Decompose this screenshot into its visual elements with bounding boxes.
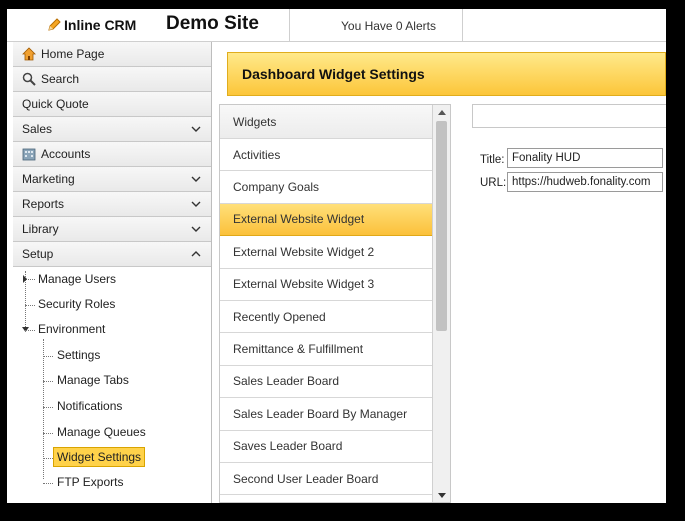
detail-header-bar bbox=[472, 104, 666, 128]
sidebar-item-library[interactable]: Library bbox=[13, 217, 211, 242]
chevron-down-icon bbox=[191, 226, 201, 232]
scroll-down-arrow-icon[interactable] bbox=[433, 488, 450, 502]
list-item-label: External Website Widget bbox=[233, 212, 365, 227]
list-item[interactable]: Remittance & Fulfillment bbox=[220, 333, 450, 366]
sidebar: Home Page Search Quick Quote Sales Accou… bbox=[13, 42, 212, 503]
tree-item-manage-queues[interactable]: Manage Queues bbox=[57, 425, 146, 439]
sidebar-item-sales[interactable]: Sales bbox=[13, 117, 211, 142]
tree-connector bbox=[43, 407, 53, 408]
scroll-thumb[interactable] bbox=[436, 121, 447, 331]
tree-item-security-roles[interactable]: Security Roles bbox=[38, 297, 115, 311]
list-item-label: Sales Leader Board bbox=[233, 374, 340, 389]
chevron-down-icon bbox=[191, 126, 201, 132]
header-divider bbox=[462, 9, 463, 41]
tree-connector bbox=[25, 330, 35, 331]
list-item-label: Second User Leader Board bbox=[233, 471, 379, 486]
logo-text: Inline CRM bbox=[64, 17, 137, 33]
list-item-label: Company Goals bbox=[233, 180, 320, 195]
sidebar-item-label: Home Page bbox=[41, 47, 105, 61]
list-header-label: Widgets bbox=[233, 114, 277, 129]
accounts-icon bbox=[22, 147, 36, 161]
alerts-link[interactable]: You Have 0 Alerts bbox=[341, 19, 436, 33]
tree-item-widget-settings[interactable]: Widget Settings bbox=[53, 447, 146, 467]
list-item-selected[interactable]: External Website Widget bbox=[220, 203, 450, 237]
chevron-up-icon bbox=[191, 251, 201, 257]
list-item-label: External Website Widget 3 bbox=[233, 277, 375, 292]
list-item-label: Remittance & Fulfillment bbox=[233, 342, 364, 357]
sidebar-item-setup[interactable]: Setup bbox=[13, 242, 211, 267]
list-item-label: Saves Leader Board bbox=[233, 439, 343, 454]
tree-item-environment[interactable]: Environment bbox=[38, 322, 105, 336]
sidebar-item-home[interactable]: Home Page bbox=[13, 42, 211, 67]
tree-item-manage-users[interactable]: Manage Users bbox=[38, 272, 116, 286]
widget-list-scrollbar[interactable] bbox=[432, 105, 450, 502]
tree-item-ftp-exports[interactable]: FTP Exports bbox=[57, 475, 123, 489]
main-content: Dashboard Widget Settings Widgets Activi… bbox=[219, 42, 666, 503]
tree-item-settings[interactable]: Settings bbox=[57, 348, 100, 362]
header-divider bbox=[289, 9, 290, 41]
sidebar-item-label: Library bbox=[22, 222, 59, 236]
list-item-label: Recently Opened bbox=[233, 309, 326, 324]
widget-list-header: Widgets bbox=[220, 105, 450, 139]
sidebar-item-search[interactable]: Search bbox=[13, 67, 211, 92]
tree-item-notifications[interactable]: Notifications bbox=[57, 399, 122, 413]
widget-list: Widgets Activities Company Goals Externa… bbox=[219, 104, 451, 503]
list-item[interactable]: External Website Widget 2 bbox=[220, 236, 450, 269]
url-label: URL: bbox=[480, 177, 507, 189]
sidebar-item-label: Marketing bbox=[22, 172, 75, 186]
tree-connector bbox=[43, 356, 53, 357]
tree-connector bbox=[43, 483, 53, 484]
tree-expand-icon[interactable] bbox=[22, 274, 28, 284]
list-item[interactable]: External Website Widget 3 bbox=[220, 269, 450, 301]
dashboard-header: Dashboard Widget Settings bbox=[227, 52, 666, 96]
app-logo[interactable]: Inline CRM bbox=[47, 17, 136, 33]
title-input[interactable] bbox=[507, 148, 663, 168]
list-item[interactable]: Sales Leader Board By Manager bbox=[220, 398, 450, 431]
tree-connector bbox=[25, 305, 35, 306]
sidebar-item-label: Setup bbox=[22, 247, 54, 261]
sidebar-item-label: Accounts bbox=[41, 147, 91, 161]
tree-connector bbox=[43, 458, 53, 459]
scroll-up-arrow-icon[interactable] bbox=[433, 105, 450, 119]
sidebar-item-accounts[interactable]: Accounts bbox=[13, 142, 211, 167]
site-title: Demo Site bbox=[166, 13, 259, 34]
list-item[interactable]: Saves Leader Board bbox=[220, 431, 450, 463]
list-item-label: Activities bbox=[233, 147, 281, 162]
list-item[interactable]: Company Goals bbox=[220, 171, 450, 204]
setup-tree: Manage Users Security Roles Environment … bbox=[13, 267, 211, 489]
top-header: Inline CRM Demo Site You Have 0 Alerts bbox=[7, 9, 666, 42]
list-item-label: Sales Leader Board By Manager bbox=[233, 406, 408, 421]
title-label: Title: bbox=[480, 154, 505, 166]
sidebar-item-label: Quick Quote bbox=[22, 97, 89, 111]
list-item[interactable]: Second User Leader Board bbox=[220, 463, 450, 496]
chevron-down-icon bbox=[191, 176, 201, 182]
sidebar-item-label: Reports bbox=[22, 197, 65, 211]
sidebar-item-marketing[interactable]: Marketing bbox=[13, 167, 211, 192]
search-icon bbox=[22, 72, 36, 86]
tree-connector bbox=[43, 433, 53, 434]
sidebar-item-reports[interactable]: Reports bbox=[13, 192, 211, 217]
app-window: Inline CRM Demo Site You Have 0 Alerts H… bbox=[7, 9, 666, 503]
list-item-label: External Website Widget 2 bbox=[233, 244, 375, 259]
pencil-logo-icon bbox=[48, 18, 61, 31]
list-item[interactable]: Activities bbox=[220, 139, 450, 172]
home-icon bbox=[22, 47, 36, 61]
page-title: Dashboard Widget Settings bbox=[242, 66, 425, 82]
url-input[interactable] bbox=[507, 172, 663, 192]
list-item[interactable]: Sales Leader Board bbox=[220, 366, 450, 399]
tree-item-manage-tabs[interactable]: Manage Tabs bbox=[57, 373, 129, 387]
chevron-down-icon bbox=[191, 201, 201, 207]
sidebar-item-quick-quote[interactable]: Quick Quote bbox=[13, 92, 211, 117]
list-item[interactable]: Recently Opened bbox=[220, 301, 450, 334]
tree-connector bbox=[43, 381, 53, 382]
sidebar-item-label: Search bbox=[41, 72, 80, 86]
sidebar-item-label: Sales bbox=[22, 122, 53, 136]
